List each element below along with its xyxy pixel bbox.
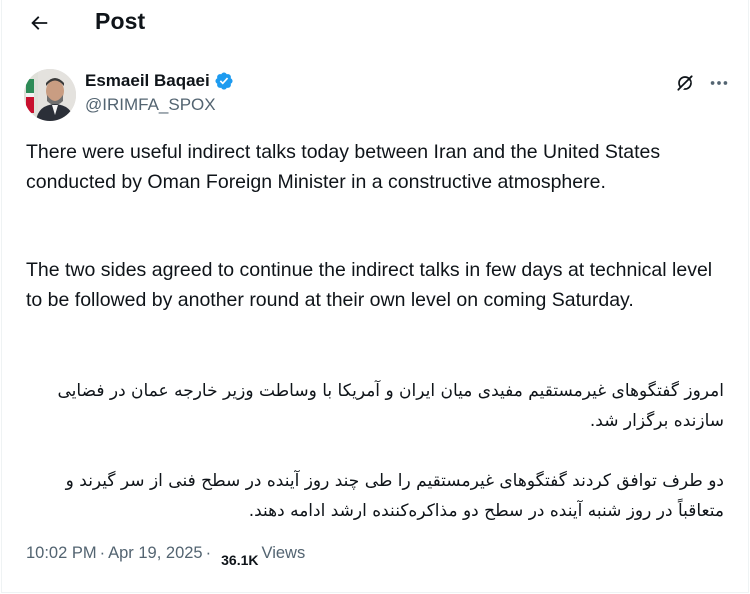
- more-horizontal-icon: [710, 81, 728, 85]
- author-name[interactable]: Esmaeil Baqaei: [85, 71, 210, 91]
- views-count[interactable]: 36.1K: [221, 552, 258, 568]
- post-detail-view: Post Esmaeil Baqaei @IRIMFA_SPOX There w…: [1, 0, 749, 593]
- post-text-paragraph-4: دو طرف توافق کردند گفتگوهای غیرمستقیم را…: [65, 471, 724, 521]
- post-meta: 10:02 PM · Apr 19, 2025 · 36.1K Views: [26, 544, 305, 568]
- post-date[interactable]: Apr 19, 2025: [108, 544, 203, 563]
- more-button[interactable]: [706, 72, 732, 94]
- verified-badge-icon[interactable]: [214, 71, 234, 91]
- post-header: Post: [2, 0, 748, 46]
- back-button[interactable]: [22, 6, 56, 40]
- author-handle[interactable]: @IRIMFA_SPOX: [85, 95, 234, 115]
- post-text-paragraph-2: The two sides agreed to continue the ind…: [26, 259, 713, 311]
- post-text-paragraph-3: امروز گفتگوهای غیرمستقیم مفیدی میان ایرا…: [57, 381, 724, 431]
- page-title: Post: [95, 8, 146, 34]
- arrow-left-icon: [31, 16, 48, 30]
- grok-icon: [677, 75, 693, 92]
- post-time[interactable]: 10:02 PM: [26, 544, 97, 563]
- grok-button[interactable]: [674, 72, 696, 94]
- avatar[interactable]: [24, 69, 76, 121]
- author-block: Esmaeil Baqaei @IRIMFA_SPOX: [85, 70, 234, 115]
- separator-dot: ·: [99, 544, 106, 562]
- views-label[interactable]: Views: [261, 544, 305, 563]
- post-actions: [674, 72, 732, 94]
- separator-dot: ·: [205, 544, 212, 562]
- post-text-paragraph-1: There were useful indirect talks today b…: [26, 141, 661, 193]
